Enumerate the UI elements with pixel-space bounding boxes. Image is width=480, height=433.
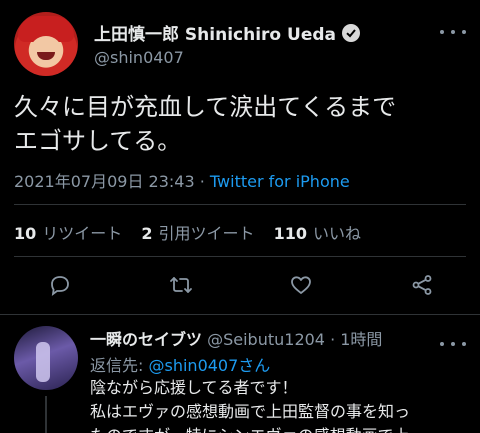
reply-header: 一瞬のセイブツ @Seibutu1204 · 1時間 [90, 326, 382, 350]
reply-author-avatar[interactable] [14, 326, 78, 390]
tweet-text-line: 久々に目が充血して涙出てくるまで [14, 93, 397, 121]
divider [14, 204, 466, 205]
verified-badge-icon [341, 23, 360, 42]
likes-label: いいね [313, 224, 362, 243]
quotes-count: 2 [141, 224, 153, 243]
reply-more-options-icon[interactable] [440, 334, 466, 354]
reply-text-line: 私はエヴァの感想動画で上田監督の事を知っ [90, 402, 411, 421]
reply-text: 陰ながら応援してる者です！ 私はエヴァの感想動画で上田監督の事を知っ たのですが… [90, 376, 470, 433]
retweet-icon[interactable] [167, 271, 195, 299]
quotes-label: 引用ツイート [158, 224, 255, 243]
tweet-meta: 2021年07月09日 23:43 · Twitter for iPhone [14, 168, 350, 192]
reply-author-name[interactable]: 一瞬のセイブツ [90, 330, 202, 349]
heart-icon[interactable] [287, 271, 315, 299]
reply-author-handle[interactable]: @Seibutu1204 [207, 330, 325, 349]
action-bar [46, 268, 436, 302]
reply-text-line: たのですが、特にシンエヴァの感想動画で上 [90, 424, 470, 433]
reply-tweet[interactable]: 一瞬のセイブツ @Seibutu1204 · 1時間 返信先: @shin040… [0, 314, 480, 433]
retweets-stat[interactable]: 10 リツイート [14, 224, 122, 243]
tweet-header: 上田慎一郎 Shinichiro Ueda @shin0407 [14, 12, 466, 76]
tweet-text: 久々に目が充血して涙出てくるまで エゴサしてる。 [14, 90, 470, 158]
divider [14, 256, 466, 257]
reply-to-target-link[interactable]: @shin0407さん [149, 356, 271, 375]
likes-count: 110 [273, 224, 308, 243]
tweet-datetime[interactable]: 2021年07月09日 23:43 [14, 172, 195, 191]
reply-icon[interactable] [46, 271, 74, 299]
author-name-row: 上田慎一郎 Shinichiro Ueda [94, 20, 360, 45]
tweet-text-line: エゴサしてる。 [14, 127, 182, 155]
reply-to-label: 返信先: [90, 356, 144, 375]
source-app-link[interactable]: Twitter for iPhone [210, 172, 350, 191]
reply-text-line: 陰ながら応援してる者です！ [90, 378, 298, 397]
retweets-label: リツイート [42, 224, 123, 243]
quotes-stat[interactable]: 2 引用ツイート [141, 224, 254, 243]
reply-to-line: 返信先: @shin0407さん [90, 352, 270, 376]
retweets-count: 10 [14, 224, 37, 243]
likes-stat[interactable]: 110 いいね [274, 224, 361, 243]
author-name[interactable]: 上田慎一郎 Shinichiro Ueda [94, 20, 336, 45]
tweet-stats: 10 リツイート 2 引用ツイート 110 いいね [14, 220, 361, 244]
author-handle[interactable]: @shin0407 [94, 48, 184, 67]
thread-line [45, 396, 47, 433]
share-icon[interactable] [408, 271, 436, 299]
author-avatar[interactable] [14, 12, 78, 76]
reply-time[interactable]: · 1時間 [330, 330, 382, 349]
meta-separator: · [194, 172, 210, 191]
more-options-icon[interactable] [440, 22, 466, 42]
